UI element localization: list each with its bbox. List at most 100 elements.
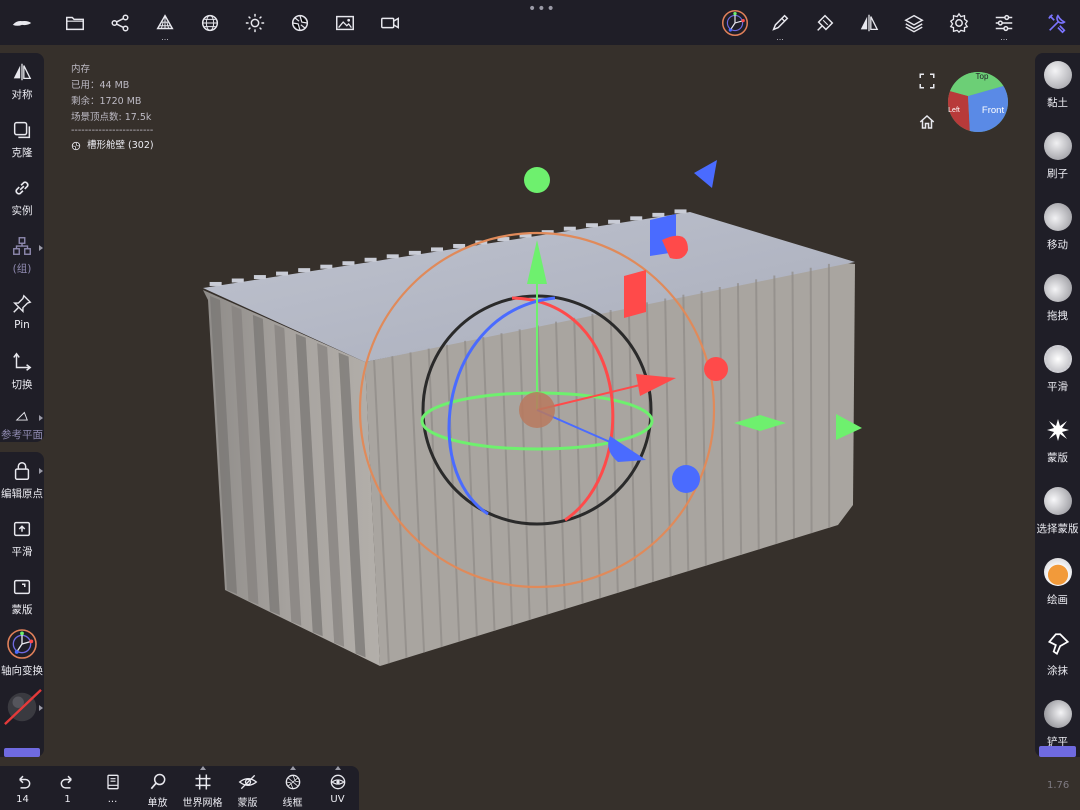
view-cube[interactable]: Top Front Left [946, 70, 1010, 134]
drag-brush-icon [1043, 274, 1072, 302]
brush-drag[interactable]: 拖拽 [1035, 266, 1080, 336]
brush-move[interactable]: 移动 [1035, 195, 1080, 265]
layers-button[interactable] [892, 0, 936, 45]
brush-smooth[interactable]: 平滑 [1035, 337, 1080, 407]
brush-drag-label: 拖拽 [1047, 310, 1068, 322]
camera-icon [381, 16, 399, 29]
undo-button[interactable]: 14 [0, 766, 45, 810]
scene-button[interactable] [98, 0, 142, 45]
tool-pin[interactable]: Pin [0, 285, 44, 343]
scene-vertex-count: 场景顶点数: 17.5k [71, 112, 152, 123]
redo-icon [60, 775, 72, 789]
gizmo-y-scale-handle[interactable] [524, 167, 550, 193]
edge-notch [342, 261, 355, 266]
brush-brush[interactable]: 刷子 [1035, 124, 1080, 194]
brush-select-mask[interactable]: 选择蒙版 [1035, 479, 1080, 549]
tool-axis-transform[interactable]: 轴向变换 [0, 626, 44, 684]
gizmo-z-scale-handle[interactable] [672, 465, 700, 493]
toolbar-drag-handle[interactable]: ••• [528, 2, 555, 16]
logo-button[interactable] [0, 0, 44, 45]
brush-mask-label: 蒙版 [1047, 452, 1068, 464]
material-sphere-icon [4, 689, 42, 725]
active-object[interactable]: 槽形舱壁 (302) [71, 138, 154, 154]
paint-button[interactable] [803, 0, 847, 45]
brush-stroke-icon [772, 14, 789, 31]
mask-box-icon [13, 579, 31, 595]
topology-button[interactable]: ... [143, 0, 187, 45]
image-button[interactable] [323, 0, 367, 45]
wireframe-toggle-button[interactable]: 线框 [270, 766, 315, 810]
panel-scroll-indicator[interactable] [4, 748, 40, 757]
edge-notch [608, 219, 621, 224]
history-button[interactable]: ... [90, 766, 135, 810]
camera-button[interactable] [368, 0, 412, 45]
symmetry-button[interactable] [847, 0, 891, 45]
wireframe-button[interactable] [188, 0, 232, 45]
gizmo-x-scale-handle[interactable] [704, 357, 728, 381]
smudge-icon [1047, 633, 1069, 656]
edge-notch [408, 250, 421, 255]
topology-more-indicator: ... [161, 33, 169, 42]
move-brush-icon [1043, 203, 1072, 231]
symmetry-icon [13, 63, 32, 81]
smooth-brush-icon [1043, 345, 1072, 373]
tool-instance-label: 实例 [11, 205, 33, 217]
axes-icon [13, 352, 32, 371]
brush-scroll-indicator[interactable] [1039, 746, 1076, 757]
material-button[interactable] [278, 0, 322, 45]
tool-edit-origin[interactable]: 编辑原点 [0, 452, 44, 510]
tool-clone-label: 克隆 [11, 147, 33, 159]
edge-notch [453, 243, 466, 248]
isolate-button[interactable]: 单放 [135, 766, 180, 810]
search-icon [150, 773, 165, 790]
fullscreen-icon[interactable] [918, 72, 936, 90]
gizmo-toggle-button[interactable] [713, 0, 757, 45]
redo-button[interactable]: 1 [45, 766, 90, 810]
world-grid-button[interactable]: 世界网格 [180, 766, 225, 810]
light-button[interactable] [233, 0, 277, 45]
eye-icon [330, 774, 345, 790]
tools-button[interactable] [1035, 0, 1079, 45]
brush-paint-label: 绘画 [1047, 594, 1068, 606]
edge-notch [630, 216, 643, 221]
gizmo-center[interactable] [519, 392, 555, 428]
tool-instance[interactable]: 实例 [0, 169, 44, 227]
wireframe-label: 线框 [282, 798, 303, 809]
gizmo-z-rotate-cone[interactable] [694, 160, 717, 188]
gizmo-plane-yz[interactable] [624, 270, 646, 318]
left-toolbar-top: 对称 克隆 实例 (组) Pin 切换 参考平面 [0, 53, 44, 442]
edge-notch [652, 212, 665, 217]
tool-reference-plane[interactable]: 参考平面 [0, 401, 44, 442]
memory-title: 内存 [71, 64, 91, 75]
tool-symmetry[interactable]: 对称 [0, 53, 44, 111]
app-root: ... ••• ... ... 内存 已用：44 MB 剩余：1720 MB 场… [0, 0, 1080, 810]
material-preview[interactable] [0, 688, 44, 726]
uv-button[interactable]: UV [315, 766, 360, 810]
history-more-label: ... [107, 794, 118, 805]
tool-group[interactable]: (组) [0, 227, 44, 285]
wireframe-sphere-icon [285, 774, 300, 790]
lock-icon [14, 462, 30, 480]
brush-paint[interactable]: 绘画 [1035, 550, 1080, 620]
edge-notch [209, 281, 222, 286]
tool-smooth-left[interactable]: 平滑 [0, 510, 44, 568]
stroke-button[interactable]: ... [758, 0, 802, 45]
mesh-icon [71, 141, 81, 151]
material-expand-arrow [39, 705, 43, 711]
edge-notch [231, 278, 244, 283]
mask-visibility-button[interactable]: 蒙版 [225, 766, 270, 810]
tool-clone[interactable]: 克隆 [0, 111, 44, 169]
settings-button[interactable] [937, 0, 981, 45]
brush-clay[interactable]: 黏土 [1035, 53, 1080, 123]
home-view-icon[interactable] [918, 113, 936, 131]
pin-icon [13, 294, 32, 313]
sliders-button[interactable]: ... [982, 0, 1026, 45]
tool-toggle[interactable]: 切换 [0, 343, 44, 401]
tool-mask-left[interactable]: 蒙版 [0, 568, 44, 626]
brush-mask[interactable]: 蒙版 [1035, 408, 1080, 478]
smooth-box-icon [13, 521, 31, 537]
file-button[interactable] [53, 0, 97, 45]
brush-smudge[interactable]: 涂抹 [1035, 621, 1080, 691]
edge-notch [298, 268, 311, 273]
symmetry-icon [860, 14, 879, 31]
